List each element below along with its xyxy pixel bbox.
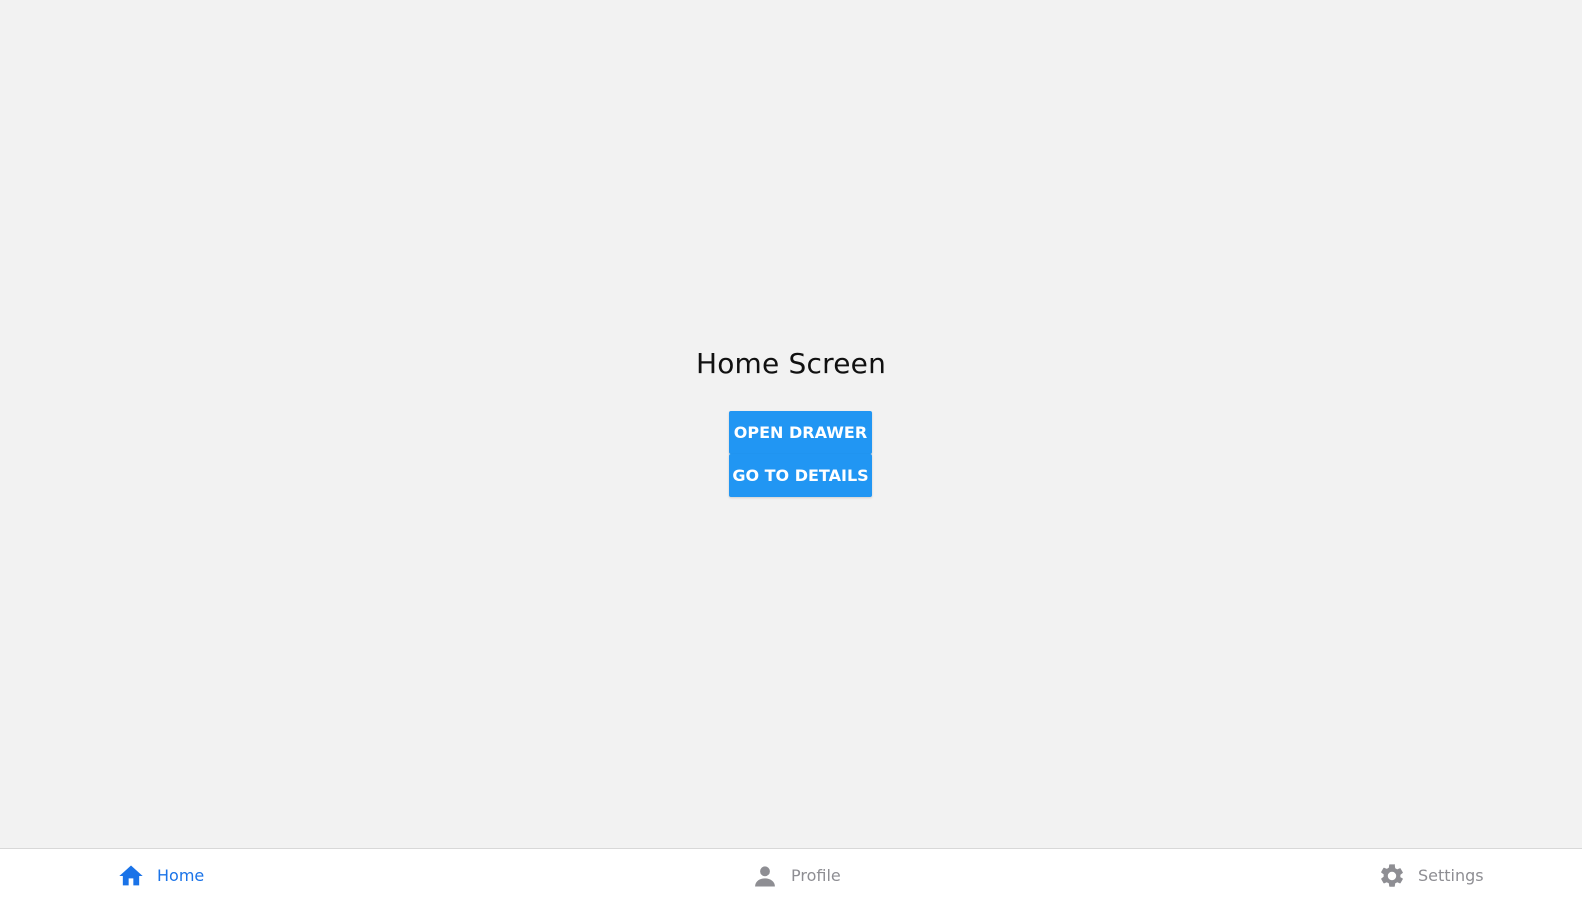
tab-profile[interactable]: Profile bbox=[751, 849, 841, 902]
open-drawer-button[interactable]: OPEN DRAWER bbox=[729, 411, 872, 454]
tab-profile-label: Profile bbox=[791, 865, 841, 885]
screen-title: Home Screen bbox=[695, 347, 887, 380]
tab-home-label: Home bbox=[157, 865, 205, 885]
home-icon bbox=[117, 862, 145, 890]
tab-home[interactable]: Home bbox=[117, 849, 204, 902]
app-root: Home Screen OPEN DRAWER GO TO DETAILS Ho… bbox=[0, 0, 1582, 902]
tab-settings-label: Settings bbox=[1418, 865, 1484, 885]
bottom-tab-bar: Home Profile Settings bbox=[0, 848, 1582, 902]
gear-icon bbox=[1378, 862, 1406, 890]
go-to-details-button[interactable]: GO TO DETAILS bbox=[729, 454, 872, 497]
person-icon bbox=[751, 862, 779, 890]
home-screen: Home Screen OPEN DRAWER GO TO DETAILS bbox=[0, 0, 1582, 848]
tab-settings[interactable]: Settings bbox=[1378, 849, 1484, 902]
